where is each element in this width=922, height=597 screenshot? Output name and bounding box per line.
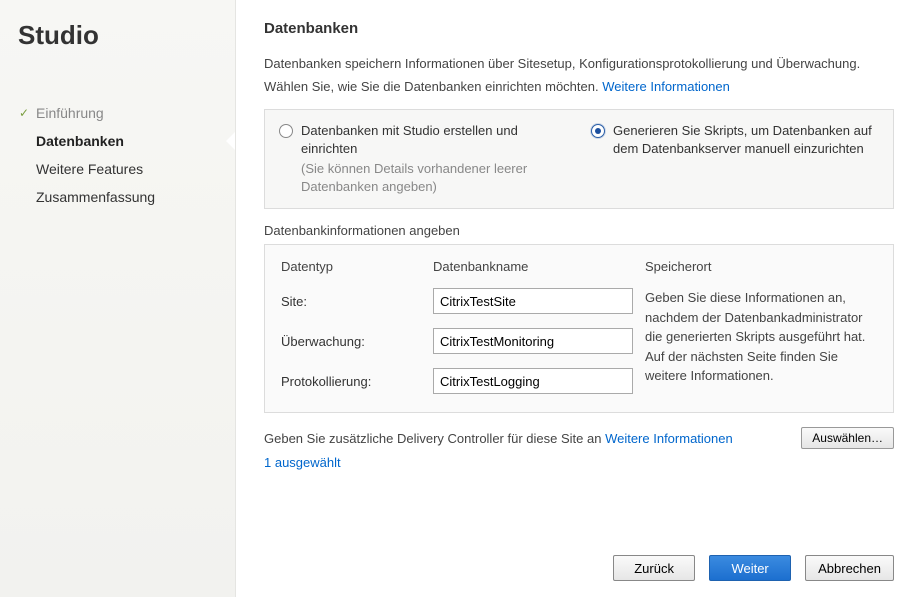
option-scripts[interactable]: Generieren Sie Skripts, um Datenbanken a… [591, 122, 879, 197]
page-title: Datenbanken [264, 20, 894, 37]
next-button[interactable]: Weiter [709, 555, 791, 581]
sidebar-item-label: Datenbanken [36, 133, 124, 149]
sidebar-item-label: Einführung [36, 105, 104, 121]
option-create-sub: (Sie können Details vorhandener leerer D… [301, 160, 567, 196]
controllers-selected-count: 1 ausgewählt [264, 455, 894, 470]
delivery-controller-row: Geben Sie zusätzliche Delivery Controlle… [264, 427, 894, 449]
sidebar-item-label: Weitere Features [36, 161, 143, 177]
option-create-label: Datenbanken mit Studio erstellen und ein… [301, 122, 567, 158]
select-controllers-button[interactable]: Auswählen… [801, 427, 894, 449]
sidebar-item-label: Zusammenfassung [36, 189, 155, 205]
wizard-footer: Zurück Weiter Abbrechen [613, 555, 894, 581]
radio-scripts[interactable] [591, 124, 605, 138]
radio-create[interactable] [279, 124, 293, 138]
db-section-heading: Datenbankinformationen angeben [264, 223, 894, 238]
option-scripts-label: Generieren Sie Skripts, um Datenbanken a… [613, 122, 879, 158]
intro-text-2: Wählen Sie, wie Sie die Datenbanken einr… [264, 78, 894, 97]
intro-text-1: Datenbanken speichern Informationen über… [264, 55, 894, 74]
dc-text: Geben Sie zusätzliche Delivery Controlle… [264, 431, 605, 446]
sidebar-item-summary[interactable]: Zusammenfassung [18, 183, 235, 211]
main-panel: Datenbanken Datenbanken speichern Inform… [235, 0, 922, 597]
logging-db-input[interactable] [433, 368, 633, 394]
db-info-panel: Datentyp Datenbankname Speicherort Site:… [264, 244, 894, 413]
row-label-site: Site: [281, 294, 421, 309]
more-info-link[interactable]: Weitere Informationen [602, 79, 730, 94]
setup-option-box: Datenbanken mit Studio erstellen und ein… [264, 109, 894, 210]
col-header-type: Datentyp [281, 259, 421, 274]
sidebar-item-databases[interactable]: Datenbanken [18, 127, 235, 155]
monitoring-db-input[interactable] [433, 328, 633, 354]
site-db-input[interactable] [433, 288, 633, 314]
check-icon: ✓ [18, 107, 30, 119]
row-label-monitoring: Überwachung: [281, 334, 421, 349]
back-button[interactable]: Zurück [613, 555, 695, 581]
col-header-location: Speicherort [645, 259, 877, 274]
sidebar-item-features[interactable]: Weitere Features [18, 155, 235, 183]
sidebar-item-introduction[interactable]: ✓ Einführung [18, 99, 235, 127]
sidebar: Studio ✓ Einführung Datenbanken Weitere … [0, 0, 235, 597]
option-create[interactable]: Datenbanken mit Studio erstellen und ein… [279, 122, 567, 197]
cancel-button[interactable]: Abbrechen [805, 555, 894, 581]
dc-more-info-link[interactable]: Weitere Informationen [605, 431, 733, 446]
col-header-name: Datenbankname [433, 259, 633, 274]
row-label-logging: Protokollierung: [281, 374, 421, 389]
storage-note: Geben Sie diese Informationen an, nachde… [645, 288, 877, 386]
app-title: Studio [18, 20, 235, 51]
